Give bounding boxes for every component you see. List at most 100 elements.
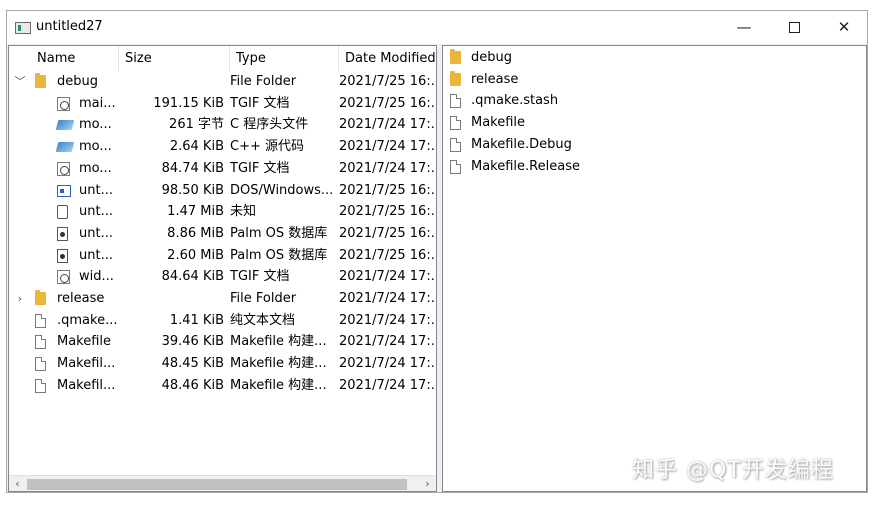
tree-row[interactable]: ﹀ debug File Folder 2021/7/25 16:... bbox=[9, 71, 436, 93]
expand-arrow-icon bbox=[13, 158, 27, 180]
column-header-size[interactable]: Size bbox=[119, 46, 230, 71]
list-item-label: debug bbox=[471, 50, 512, 65]
tgif-file-icon bbox=[57, 161, 70, 176]
tree-cell-size: 1.47 MiB bbox=[167, 204, 224, 220]
tree-row[interactable]: unt... 8.86 MiB Palm OS 数据库 2021/7/25 16:..… bbox=[9, 223, 436, 245]
column-header-type[interactable]: Type bbox=[230, 46, 339, 71]
list-item[interactable]: Makefile.Release bbox=[443, 156, 866, 178]
tree-cell-date: 2021/7/24 17:... bbox=[339, 117, 437, 133]
tree-cell-date: 2021/7/24 17:... bbox=[339, 334, 437, 350]
title-bar[interactable]: untitled27 — ✕ bbox=[7, 11, 867, 44]
text-file-icon bbox=[450, 94, 461, 109]
list-item-label: release bbox=[471, 71, 519, 87]
tree-cell-size: 8.86 MiB bbox=[167, 225, 224, 241]
window-title: untitled27 bbox=[36, 19, 103, 34]
tree-row[interactable]: Makefil... 48.46 KiB Makefile 构建... 2021/7/… bbox=[9, 375, 437, 397]
tree-row[interactable]: mai... 191.15 KiB TGIF 文档 2021/7/25 16:... bbox=[9, 93, 436, 115]
tree-row[interactable]: unt... 1.47 MiB 未知 2021/7/25 16:... bbox=[9, 201, 437, 223]
tree-cell-type: TGIF 文档 bbox=[230, 95, 290, 111]
tree-cell-size: 2.64 KiB bbox=[169, 139, 224, 155]
tree-cell-date: 2021/7/24 17:... bbox=[339, 160, 437, 176]
tree-cell-size: 261 字节 bbox=[169, 117, 224, 133]
tree-row[interactable]: mo... 2.64 KiB C++ 源代码 2021/7/24 17:... bbox=[9, 136, 436, 158]
list-item-label: Makefile.Debug bbox=[471, 136, 572, 152]
tree-cell-name: Makefile bbox=[57, 334, 112, 350]
expand-arrow-icon bbox=[13, 136, 27, 158]
tree-row[interactable]: unt... 98.50 KiB DOS/Windows... 2021/7/25 1… bbox=[9, 180, 437, 202]
tree-row[interactable]: › release File Folder 2021/7/24 17:... bbox=[9, 288, 437, 310]
list-item[interactable]: .qmake.stash bbox=[443, 90, 866, 112]
folder-icon bbox=[35, 290, 46, 305]
tree-row[interactable]: wid... 84.64 KiB TGIF 文档 2021/7/24 17:... bbox=[9, 266, 437, 288]
tree-cell-name: debug bbox=[57, 74, 98, 89]
tree-row[interactable]: mo... 261 字节 C 程序头文件 2021/7/24 17:... bbox=[9, 114, 437, 136]
tree-cell-date: 2021/7/25 16:... bbox=[339, 182, 437, 198]
tree-cell-size: 39.46 KiB bbox=[161, 334, 224, 350]
tree-cell-type: Palm OS 数据库 bbox=[230, 225, 328, 241]
header-file-icon bbox=[55, 142, 75, 153]
tree-cell-name: unt... bbox=[79, 247, 113, 263]
tree-cell-name: Makefil... bbox=[57, 377, 116, 393]
tree-cell-date: 2021/7/25 16:... bbox=[339, 204, 437, 220]
tree-cell-name: .qmake... bbox=[57, 312, 117, 328]
tree-cell-size: 98.50 KiB bbox=[161, 182, 224, 198]
list-item-label: .qmake.stash bbox=[471, 93, 559, 109]
tree-cell-date: 2021/7/24 17:... bbox=[339, 377, 437, 393]
minimize-button[interactable]: — bbox=[721, 11, 767, 44]
tree-row[interactable]: .qmake... 1.41 KiB 纯文本文档 2021/7/24 17:... bbox=[9, 310, 436, 332]
tree-row[interactable]: unt... 2.60 MiB Palm OS 数据库 2021/7/25 16:..… bbox=[9, 245, 436, 267]
list-item[interactable]: debug bbox=[443, 47, 866, 69]
expand-arrow-icon bbox=[13, 266, 27, 288]
list-item-label: Makefile.Release bbox=[471, 158, 580, 174]
tree-cell-size bbox=[121, 288, 224, 310]
close-button[interactable]: ✕ bbox=[821, 11, 867, 44]
tree-cell-type: C++ 源代码 bbox=[230, 139, 304, 155]
expand-arrow-icon bbox=[13, 223, 27, 245]
expand-arrow-icon[interactable]: ﹀ bbox=[13, 71, 27, 93]
expand-arrow-icon bbox=[13, 353, 27, 375]
tree-row[interactable]: mo... 84.74 KiB TGIF 文档 2021/7/24 17:... bbox=[9, 158, 437, 180]
column-header-name[interactable]: Name bbox=[31, 46, 119, 71]
tree-cell-date: 2021/7/24 17:... bbox=[339, 291, 437, 306]
folder-icon bbox=[450, 70, 461, 86]
maximize-button[interactable] bbox=[771, 11, 817, 44]
scroll-left-button[interactable]: ‹ bbox=[9, 476, 26, 491]
list-item[interactable]: release bbox=[443, 69, 866, 91]
expand-arrow-icon bbox=[13, 93, 27, 115]
executable-icon bbox=[57, 184, 71, 197]
tree-cell-type: File Folder bbox=[230, 74, 297, 89]
tree-row[interactable]: Makefile 39.46 KiB Makefile 构建... 2021/7/24… bbox=[9, 331, 437, 353]
tree-cell-size bbox=[121, 71, 224, 93]
tree-cell-type: Makefile 构建... bbox=[230, 377, 327, 393]
expand-arrow-icon bbox=[13, 331, 27, 353]
list-item[interactable]: Makefile.Debug bbox=[443, 134, 866, 156]
text-file-icon bbox=[450, 137, 461, 152]
list-item[interactable]: Makefile bbox=[443, 112, 866, 134]
expand-arrow-icon bbox=[13, 310, 27, 332]
tree-cell-name: unt... bbox=[79, 204, 113, 220]
tgif-file-icon bbox=[57, 270, 70, 285]
file-list-view[interactable]: debug release .qmake.stash Makefile Makefile… bbox=[442, 45, 867, 492]
tree-cell-size: 84.74 KiB bbox=[161, 160, 224, 176]
tree-cell-type: C 程序头文件 bbox=[230, 117, 309, 133]
tree-row[interactable]: Makefil... 48.45 KiB Makefile 构建... 2021/7/… bbox=[9, 353, 436, 375]
tree-cell-size: 1.41 KiB bbox=[169, 312, 224, 328]
scrollbar-thumb[interactable] bbox=[27, 479, 407, 490]
app-window: untitled27 — ✕ Name Size Type Date Modif… bbox=[6, 10, 868, 493]
tree-cell-name: Makefil... bbox=[57, 356, 116, 372]
file-tree-view[interactable]: Name Size Type Date Modified ﹀ debug File … bbox=[8, 45, 437, 492]
tree-cell-type: TGIF 文档 bbox=[230, 269, 290, 285]
tree-cell-name: unt... bbox=[79, 182, 113, 198]
column-header-date-modified[interactable]: Date Modified bbox=[339, 46, 436, 71]
horizontal-scrollbar[interactable]: ‹ › bbox=[9, 475, 436, 491]
scroll-right-button[interactable]: › bbox=[419, 476, 436, 491]
expand-arrow-icon[interactable]: › bbox=[13, 288, 27, 310]
tree-cell-size: 2.60 MiB bbox=[167, 247, 224, 263]
tree-cell-date: 2021/7/24 17:... bbox=[339, 269, 437, 285]
tree-cell-type: TGIF 文档 bbox=[230, 160, 290, 176]
folder-icon bbox=[35, 73, 46, 88]
tree-cell-type: 未知 bbox=[230, 204, 257, 220]
expand-arrow-icon bbox=[13, 201, 27, 223]
tree-cell-type: Palm OS 数据库 bbox=[230, 247, 328, 263]
list-item-label: Makefile bbox=[471, 115, 526, 131]
